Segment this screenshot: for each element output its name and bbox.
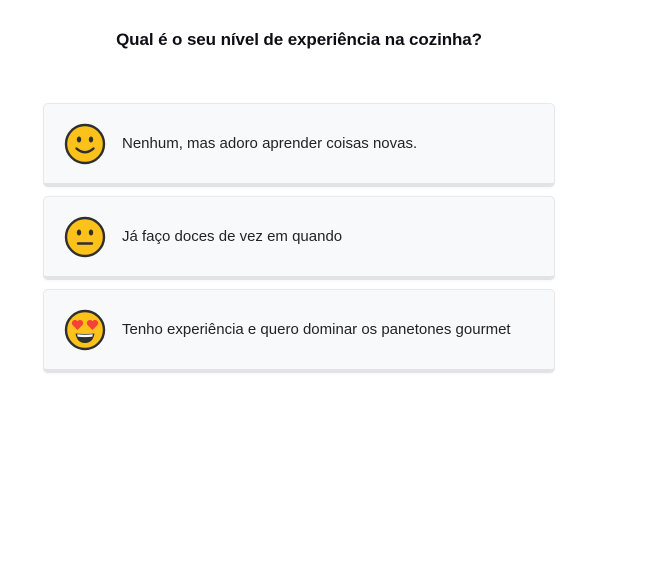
answer-options: Nenhum, mas adoro aprender coisas novas.…	[43, 103, 555, 382]
option-no-experience[interactable]: Nenhum, mas adoro aprender coisas novas.	[43, 103, 555, 187]
option-label: Nenhum, mas adoro aprender coisas novas.	[122, 134, 418, 152]
heart-eyes-face-icon	[64, 309, 106, 350]
slightly-smiling-face-icon	[64, 123, 106, 164]
question-title: Qual é o seu nível de experiência na coz…	[116, 30, 482, 49]
neutral-face-icon	[64, 216, 106, 257]
option-some-experience[interactable]: Já faço doces de vez em quando	[43, 196, 555, 280]
option-experienced[interactable]: Tenho experiência e quero dominar os pan…	[43, 289, 555, 373]
option-label: Já faço doces de vez em quando	[122, 227, 343, 245]
option-label: Tenho experiência e quero dominar os pan…	[122, 320, 511, 338]
